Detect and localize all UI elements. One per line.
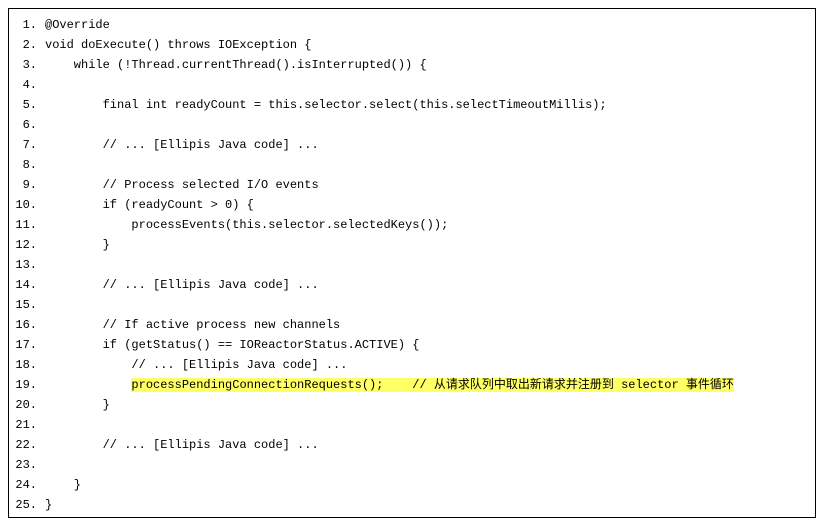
code-line: 20. } [13, 395, 805, 415]
code-line: 1.@Override [13, 15, 805, 35]
line-number: 7. [13, 135, 45, 155]
code-text: @Override [45, 15, 805, 35]
code-line: 11. processEvents(this.selector.selected… [13, 215, 805, 235]
code-line: 17. if (getStatus() == IOReactorStatus.A… [13, 335, 805, 355]
line-number: 9. [13, 175, 45, 195]
code-text: final int readyCount = this.selector.sel… [45, 95, 805, 115]
code-text: } [45, 495, 805, 515]
code-text: // Process selected I/O events [45, 175, 805, 195]
code-text: // If active process new channels [45, 315, 805, 335]
code-text [45, 415, 805, 435]
code-line: 10. if (readyCount > 0) { [13, 195, 805, 215]
code-text: if (getStatus() == IOReactorStatus.ACTIV… [45, 335, 805, 355]
line-number: 4. [13, 75, 45, 95]
line-number: 18. [13, 355, 45, 375]
code-text: // ... [Ellipis Java code] ... [45, 355, 805, 375]
code-text: if (readyCount > 0) { [45, 195, 805, 215]
code-line: 24. } [13, 475, 805, 495]
line-number: 6. [13, 115, 45, 135]
code-text: // ... [Ellipis Java code] ... [45, 135, 805, 155]
line-number: 5. [13, 95, 45, 115]
code-line: 3. while (!Thread.currentThread().isInte… [13, 55, 805, 75]
line-number: 19. [13, 375, 45, 395]
code-text [45, 295, 805, 315]
line-number: 3. [13, 55, 45, 75]
code-text: // ... [Ellipis Java code] ... [45, 435, 805, 455]
line-number: 21. [13, 415, 45, 435]
code-text [45, 155, 805, 175]
code-text: } [45, 475, 805, 495]
code-block: 1.@Override2.void doExecute() throws IOE… [8, 8, 816, 518]
code-text: processEvents(this.selector.selectedKeys… [45, 215, 805, 235]
code-line: 23. [13, 455, 805, 475]
line-number: 2. [13, 35, 45, 55]
code-line: 12. } [13, 235, 805, 255]
code-line: 25.} [13, 495, 805, 515]
code-line: 21. [13, 415, 805, 435]
line-number: 25. [13, 495, 45, 515]
line-number: 1. [13, 15, 45, 35]
line-number: 22. [13, 435, 45, 455]
line-number: 16. [13, 315, 45, 335]
code-line: 6. [13, 115, 805, 135]
line-number: 24. [13, 475, 45, 495]
code-line: 14. // ... [Ellipis Java code] ... [13, 275, 805, 295]
line-number: 23. [13, 455, 45, 475]
code-line: 9. // Process selected I/O events [13, 175, 805, 195]
code-line: 15. [13, 295, 805, 315]
line-number: 12. [13, 235, 45, 255]
code-line: 18. // ... [Ellipis Java code] ... [13, 355, 805, 375]
code-text: } [45, 235, 805, 255]
code-text: } [45, 395, 805, 415]
code-line: 22. // ... [Ellipis Java code] ... [13, 435, 805, 455]
line-number: 8. [13, 155, 45, 175]
code-text [45, 255, 805, 275]
highlight: processPendingConnectionRequests(); // 从… [131, 378, 733, 392]
code-line: 5. final int readyCount = this.selector.… [13, 95, 805, 115]
code-text: void doExecute() throws IOException { [45, 35, 805, 55]
code-text [45, 115, 805, 135]
line-number: 10. [13, 195, 45, 215]
line-number: 14. [13, 275, 45, 295]
line-number: 20. [13, 395, 45, 415]
line-number: 15. [13, 295, 45, 315]
code-line: 7. // ... [Ellipis Java code] ... [13, 135, 805, 155]
line-number: 17. [13, 335, 45, 355]
line-number: 11. [13, 215, 45, 235]
code-line: 8. [13, 155, 805, 175]
code-text: // ... [Ellipis Java code] ... [45, 275, 805, 295]
code-line: 19. processPendingConnectionRequests(); … [13, 375, 805, 395]
code-text: while (!Thread.currentThread().isInterru… [45, 55, 805, 75]
line-number: 13. [13, 255, 45, 275]
code-line: 13. [13, 255, 805, 275]
code-line: 4. [13, 75, 805, 95]
code-text [45, 455, 805, 475]
code-line: 16. // If active process new channels [13, 315, 805, 335]
code-line: 2.void doExecute() throws IOException { [13, 35, 805, 55]
code-text [45, 75, 805, 95]
code-text: processPendingConnectionRequests(); // 从… [45, 375, 805, 395]
